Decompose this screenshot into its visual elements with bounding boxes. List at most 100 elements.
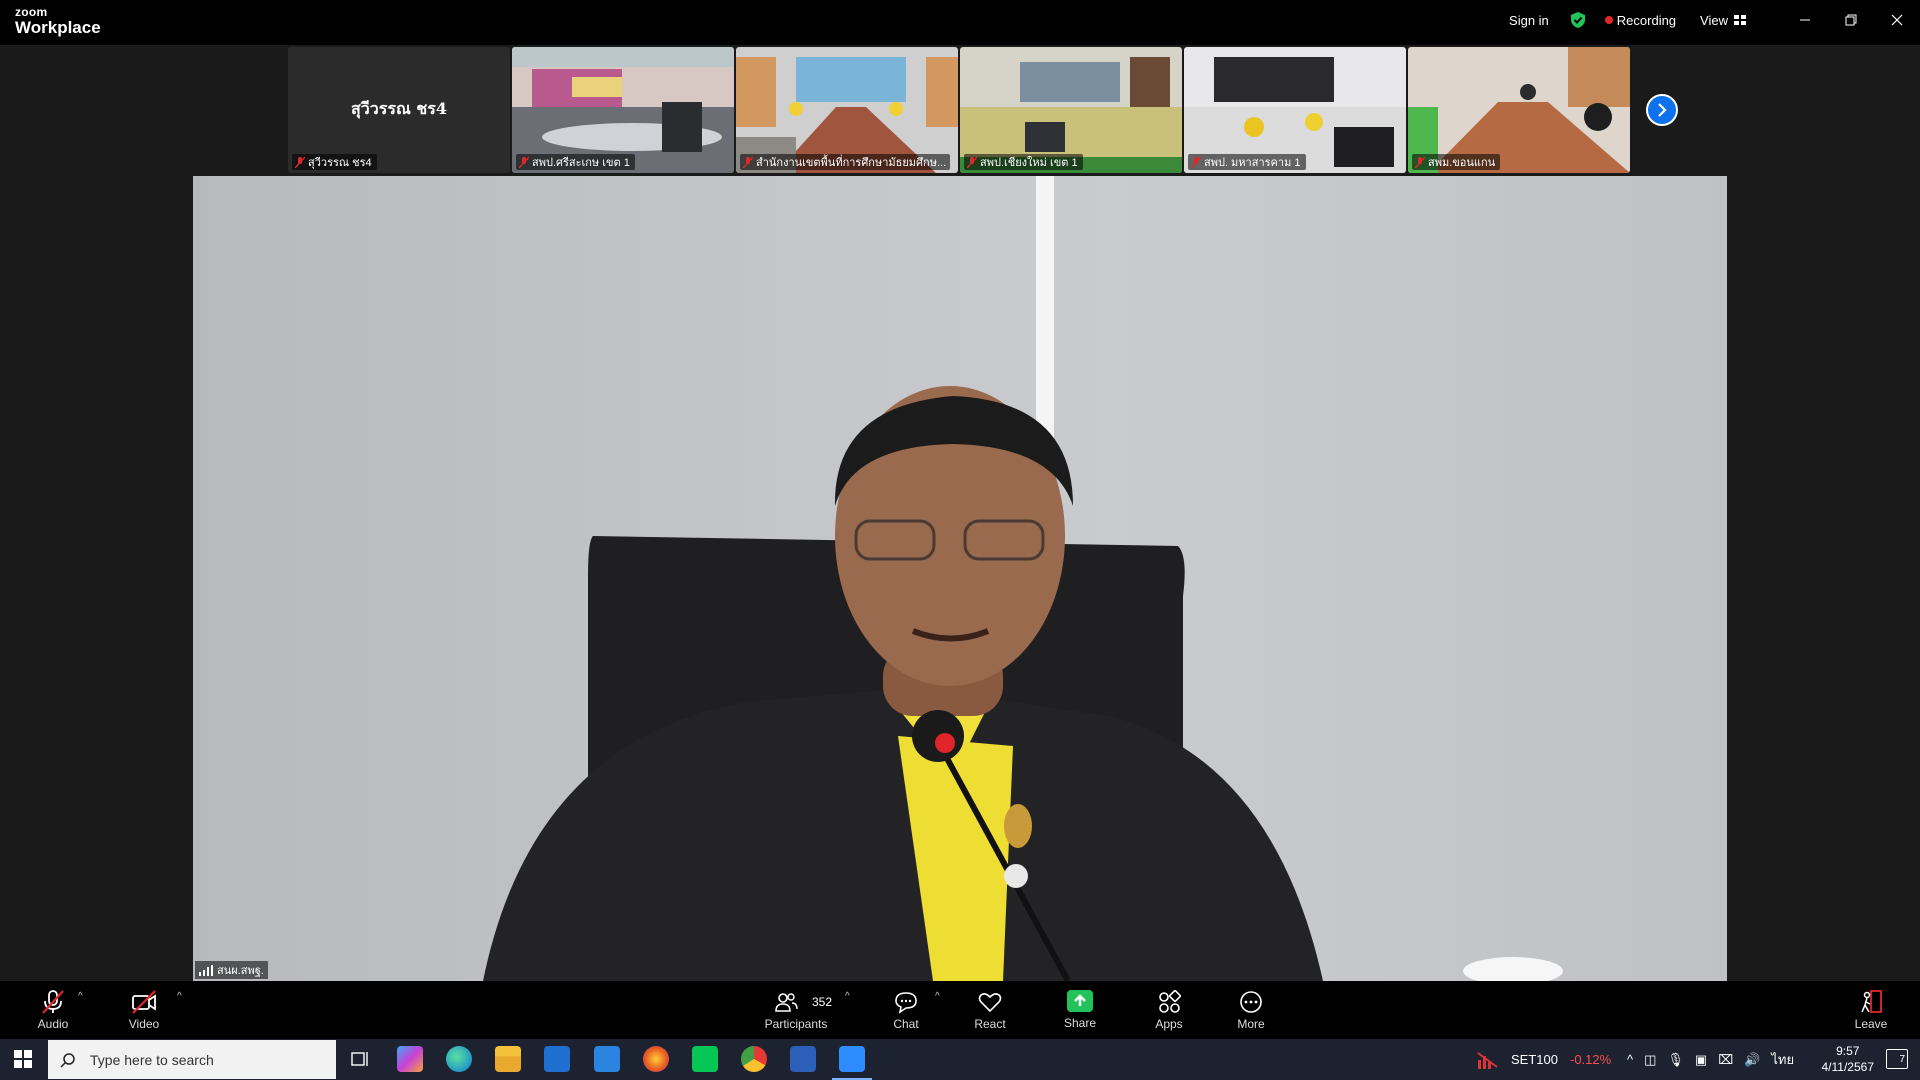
react-label: React <box>974 1016 1006 1031</box>
show-hidden-icons-chevron-icon[interactable]: ^ <box>1627 1052 1633 1067</box>
restore-button[interactable] <box>1828 0 1874 40</box>
participants-label: Participants <box>764 1016 828 1031</box>
clock[interactable]: 9:57 4/11/2567 <box>1822 1043 1875 1075</box>
participant-label: สพป. มหาสารคาม 1 <box>1188 154 1306 170</box>
meet-now-icon[interactable]: ▣ <box>1695 1052 1707 1068</box>
os-taskbar: Type here to search SET100 -0.12% ^ ◫ 🎙 … <box>0 1039 1920 1080</box>
close-button[interactable] <box>1874 0 1920 40</box>
participant-tile[interactable]: สพป.เชียงใหม่ เขต 1 <box>960 47 1182 173</box>
language-indicator[interactable]: ไทย <box>1771 1049 1794 1070</box>
stock-name: SET100 <box>1511 1052 1558 1067</box>
video-options-caret[interactable]: ^ <box>177 991 182 1002</box>
participants-button[interactable]: Participants <box>758 981 834 1039</box>
network-icon[interactable]: ⌧ <box>1718 1052 1733 1068</box>
minimize-button[interactable] <box>1782 0 1828 40</box>
audio-button[interactable]: Audio <box>33 981 73 1039</box>
stock-change: -0.12% <box>1569 1052 1612 1067</box>
share-button[interactable]: Share <box>1060 981 1100 1039</box>
share-arrow-icon <box>1067 990 1093 1012</box>
participant-name: สพป.ศรีสะเกษ เขต 1 <box>532 157 630 169</box>
participant-label: สุวีวรรณ ชร4 <box>292 154 377 170</box>
brand-bottom: Workplace <box>15 18 101 37</box>
chat-button[interactable]: Chat <box>886 981 926 1039</box>
restore-icon <box>1845 14 1857 26</box>
active-speaker-video[interactable]: สนผ.สพฐ. <box>193 176 1727 981</box>
leave-button[interactable]: Leave <box>1851 981 1891 1039</box>
chrome-icon[interactable] <box>741 1046 767 1072</box>
mail-icon[interactable] <box>594 1046 620 1072</box>
participants-icon <box>775 992 798 1012</box>
mic-muted-icon <box>42 989 64 1014</box>
microsoft-store-icon[interactable] <box>544 1046 570 1072</box>
leave-label: Leave <box>1854 1016 1888 1031</box>
task-view-icon[interactable] <box>347 1046 373 1072</box>
chat-label: Chat <box>893 1016 919 1031</box>
camera-icon[interactable]: ◫ <box>1644 1052 1656 1068</box>
file-explorer-icon[interactable] <box>495 1046 521 1072</box>
more-label: More <box>1237 1016 1265 1031</box>
brand-top: zoom <box>15 5 48 19</box>
copilot-icon[interactable] <box>397 1046 423 1072</box>
participant-label: สพป.เชียงใหม่ เขต 1 <box>964 154 1083 170</box>
participant-name: สำนักงานเขตพื้นที่การศึกษามัธยมศึกษ... <box>756 157 947 169</box>
apps-label: Apps <box>1155 1016 1183 1031</box>
chevron-right-icon <box>1658 103 1667 117</box>
video-button[interactable]: Video <box>124 981 164 1039</box>
participant-tile[interactable]: สุวีวรรณ ชร4 สุวีวรรณ ชร4 <box>288 47 510 173</box>
signal-icon <box>199 964 213 976</box>
participant-label: สพป.ศรีสะเกษ เขต 1 <box>516 154 635 170</box>
participant-tile[interactable]: สพป. มหาสารคาม 1 <box>1184 47 1406 173</box>
firefox-icon[interactable] <box>643 1046 669 1072</box>
next-page-button[interactable] <box>1646 94 1678 126</box>
more-button[interactable]: More <box>1231 981 1271 1039</box>
participant-gallery: สุวีวรรณ ชร4 สุวีวรรณ ชร4 สพป.ศรีสะเกษ เ… <box>288 47 1630 173</box>
participant-name: สพม.ขอนแกน <box>1428 157 1496 169</box>
speaker-label: สนผ.สพฐ. <box>195 961 268 979</box>
view-button[interactable]: View <box>1700 13 1746 28</box>
recording-indicator[interactable]: Recording <box>1604 13 1676 28</box>
participant-name-display: สุวีวรรณ ชร4 <box>351 99 447 118</box>
notification-center-icon[interactable]: 7 <box>1886 1049 1908 1069</box>
participant-tile[interactable]: สำนักงานเขตพื้นที่การศึกษามัธยมศึกษ... <box>736 47 958 173</box>
taskbar-search-box[interactable]: Type here to search <box>48 1040 336 1079</box>
mic-muted-icon <box>967 156 977 168</box>
sign-in-button[interactable]: Sign in <box>1509 13 1549 28</box>
chat-options-caret[interactable]: ^ <box>935 991 940 1002</box>
clock-time: 9:57 <box>1836 1044 1860 1058</box>
participant-name: สพป.เชียงใหม่ เขต 1 <box>980 157 1078 169</box>
title-bar: zoom Workplace Sign in Recording View <box>0 0 1920 45</box>
participant-name: สพป. มหาสารคาม 1 <box>1204 157 1301 169</box>
participants-options-caret[interactable]: ^ <box>845 991 850 1002</box>
video-label: Video <box>128 1016 160 1031</box>
share-label: Share <box>1063 1016 1097 1030</box>
audio-options-caret[interactable]: ^ <box>78 991 83 1002</box>
apps-button[interactable]: Apps <box>1149 981 1189 1039</box>
microphone-icon[interactable]: 🎙 <box>1667 1052 1684 1068</box>
participant-label: สพม.ขอนแกน <box>1412 154 1501 170</box>
view-label: View <box>1700 12 1728 28</box>
zoom-app-icon[interactable] <box>839 1046 865 1072</box>
line-app-icon[interactable] <box>692 1046 718 1072</box>
react-button[interactable]: React <box>970 981 1010 1039</box>
system-tray: ^ ◫ 🎙 ▣ ⌧ 🔊 ไทย <box>1627 1039 1794 1080</box>
recording-dot-icon <box>1604 16 1613 24</box>
windows-start-icon[interactable] <box>14 1050 32 1068</box>
stock-widget[interactable]: SET100 -0.12% <box>1477 1039 1611 1080</box>
volume-icon[interactable]: 🔊 <box>1744 1052 1760 1068</box>
search-placeholder: Type here to search <box>90 1051 214 1068</box>
more-icon <box>1240 990 1262 1013</box>
audio-label: Audio <box>37 1016 69 1031</box>
participant-tile[interactable]: สพป.ศรีสะเกษ เขต 1 <box>512 47 734 173</box>
participant-count: 352 <box>812 995 833 1009</box>
participant-label: สำนักงานเขตพื้นที่การศึกษามัธยมศึกษ... <box>740 154 950 170</box>
mic-muted-icon <box>1191 156 1201 168</box>
shield-icon[interactable] <box>1569 11 1587 29</box>
heart-icon <box>978 992 1002 1012</box>
video-off-icon <box>132 989 156 1014</box>
speaker-video-feed <box>483 176 1563 981</box>
participant-tile[interactable]: สพม.ขอนแกน <box>1408 47 1630 173</box>
close-icon <box>1891 14 1903 26</box>
word-icon[interactable] <box>790 1046 816 1072</box>
mic-muted-icon <box>1415 156 1425 168</box>
edge-browser-icon[interactable] <box>446 1046 472 1072</box>
